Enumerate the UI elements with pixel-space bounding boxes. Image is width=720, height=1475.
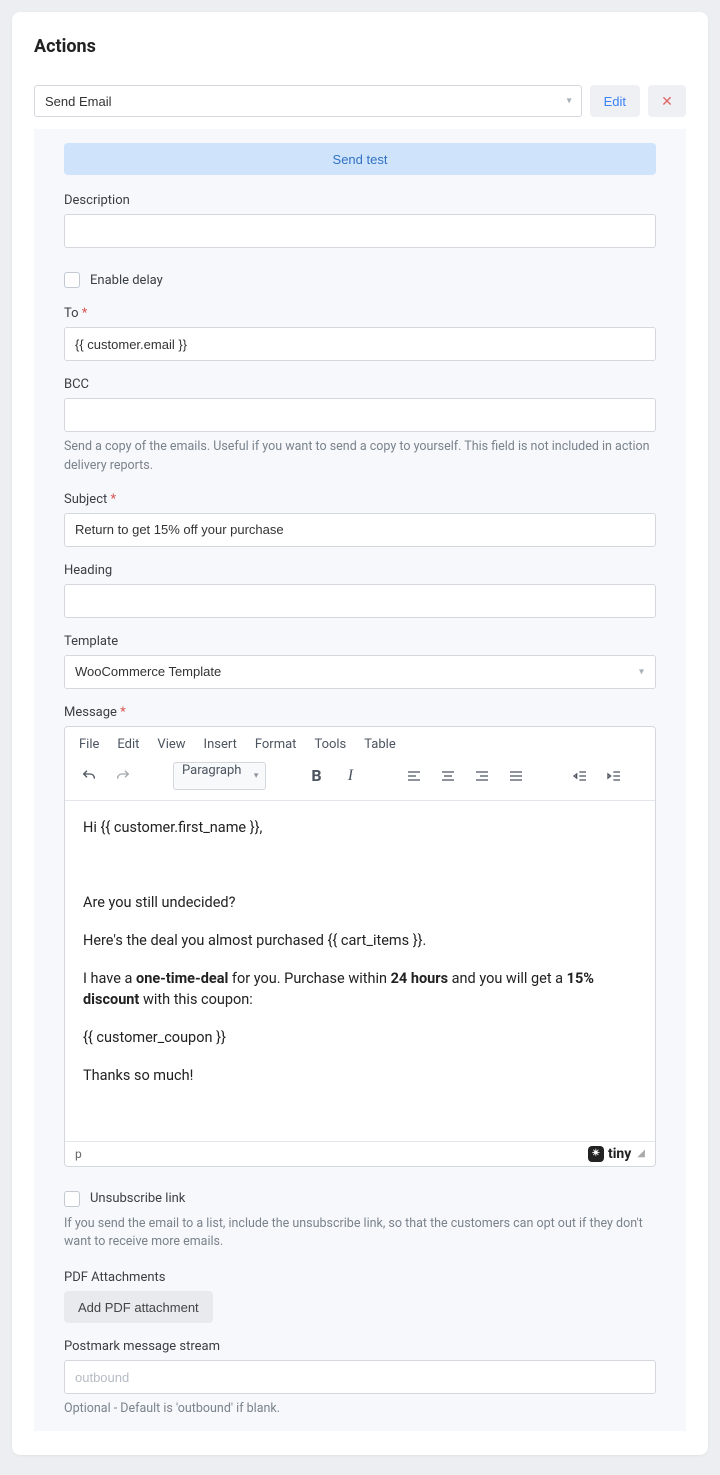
close-icon: ✕ <box>661 93 673 109</box>
editor-menubar: File Edit View Insert Format Tools Table <box>65 727 655 758</box>
undo-button[interactable] <box>75 762 103 790</box>
to-label: To * <box>64 306 656 321</box>
menu-edit[interactable]: Edit <box>117 737 139 752</box>
msg-line: {{ customer_coupon }} <box>83 1027 637 1049</box>
field-heading: Heading <box>64 563 656 618</box>
redo-button[interactable] <box>109 762 137 790</box>
pdf-label: PDF Attachments <box>64 1270 656 1285</box>
actions-card: Actions ▾ Edit ✕ Send test Description E… <box>12 12 708 1455</box>
resize-handle-icon[interactable]: ◢ <box>637 1148 645 1159</box>
enable-delay-row[interactable]: Enable delay <box>64 272 656 288</box>
tiny-badge-icon: ✴ <box>588 1146 604 1162</box>
menu-file[interactable]: File <box>79 737 99 752</box>
action-top-row: ▾ Edit ✕ <box>12 85 708 129</box>
menu-tools[interactable]: Tools <box>314 737 346 752</box>
indent-button[interactable] <box>600 762 628 790</box>
postmark-label: Postmark message stream <box>64 1339 656 1354</box>
align-left-button[interactable] <box>400 762 428 790</box>
card-title: Actions <box>12 32 708 85</box>
field-message: Message * File Edit View Insert Format T… <box>64 705 656 1167</box>
field-subject: Subject * <box>64 492 656 547</box>
align-justify-icon <box>508 768 524 784</box>
field-template: Template ▾ <box>64 634 656 689</box>
menu-table[interactable]: Table <box>364 737 395 752</box>
msg-line: Hi {{ customer.first_name }}, <box>83 817 637 839</box>
editor-path: p <box>75 1147 82 1161</box>
unsubscribe-help: If you send the email to a list, include… <box>64 1215 656 1253</box>
template-select[interactable] <box>64 655 656 689</box>
align-center-icon <box>440 768 456 784</box>
description-label: Description <box>64 193 656 208</box>
bold-button[interactable]: B <box>302 762 330 790</box>
postmark-help: Optional - Default is 'outbound' if blan… <box>64 1400 656 1419</box>
delete-button[interactable]: ✕ <box>648 85 686 117</box>
to-input[interactable] <box>64 327 656 361</box>
unsubscribe-label: Unsubscribe link <box>90 1191 185 1206</box>
bold-icon: B <box>311 766 321 785</box>
msg-line: Here's the deal you almost purchased {{ … <box>83 930 637 952</box>
tiny-logo: ✴ tiny <box>588 1146 631 1162</box>
editor-content[interactable]: Hi {{ customer.first_name }}, Are you st… <box>65 801 655 1141</box>
action-type-select[interactable]: ▾ <box>34 85 582 117</box>
edit-button[interactable]: Edit <box>590 85 640 117</box>
enable-delay-checkbox[interactable] <box>64 272 80 288</box>
enable-delay-label: Enable delay <box>90 273 163 288</box>
send-test-button[interactable]: Send test <box>64 143 656 175</box>
menu-view[interactable]: View <box>157 737 185 752</box>
unsubscribe-row[interactable]: Unsubscribe link <box>64 1191 656 1207</box>
rich-editor: File Edit View Insert Format Tools Table <box>64 726 656 1167</box>
align-right-button[interactable] <box>468 762 496 790</box>
menu-insert[interactable]: Insert <box>204 737 237 752</box>
align-justify-button[interactable] <box>502 762 530 790</box>
msg-line: Are you still undecided? <box>83 892 637 914</box>
italic-icon: I <box>348 767 353 785</box>
editor-statusbar: p ✴ tiny ◢ <box>65 1141 655 1166</box>
editor-toolbar: Paragraph ▾ B I <box>65 758 655 801</box>
field-description: Description <box>64 193 656 248</box>
menu-format[interactable]: Format <box>255 737 297 752</box>
unsubscribe-checkbox[interactable] <box>64 1191 80 1207</box>
field-to: To * <box>64 306 656 361</box>
bcc-label: BCC <box>64 377 656 392</box>
field-bcc: BCC Send a copy of the emails. Useful if… <box>64 377 656 476</box>
msg-line: Thanks so much! <box>83 1065 637 1087</box>
align-right-icon <box>474 768 490 784</box>
outdent-icon <box>572 768 588 784</box>
action-form: Send test Description Enable delay To * … <box>34 129 686 1431</box>
redo-icon <box>115 768 131 784</box>
template-label: Template <box>64 634 656 649</box>
field-pdf: PDF Attachments Add PDF attachment <box>64 1270 656 1323</box>
heading-label: Heading <box>64 563 656 578</box>
italic-button[interactable]: I <box>336 762 364 790</box>
align-left-icon <box>406 768 422 784</box>
message-label: Message * <box>64 705 656 720</box>
action-type-value[interactable] <box>34 85 582 117</box>
undo-icon <box>81 768 97 784</box>
subject-input[interactable] <box>64 513 656 547</box>
bcc-help: Send a copy of the emails. Useful if you… <box>64 438 656 476</box>
postmark-input[interactable] <box>64 1360 656 1394</box>
align-center-button[interactable] <box>434 762 462 790</box>
format-select[interactable]: Paragraph ▾ <box>173 762 266 790</box>
bcc-input[interactable] <box>64 398 656 432</box>
msg-line: I have a one-time-deal for you. Purchase… <box>83 968 637 1012</box>
heading-input[interactable] <box>64 584 656 618</box>
indent-icon <box>606 768 622 784</box>
field-postmark: Postmark message stream Optional - Defau… <box>64 1339 656 1419</box>
outdent-button[interactable] <box>566 762 594 790</box>
subject-label: Subject * <box>64 492 656 507</box>
add-pdf-button[interactable]: Add PDF attachment <box>64 1291 213 1323</box>
description-input[interactable] <box>64 214 656 248</box>
